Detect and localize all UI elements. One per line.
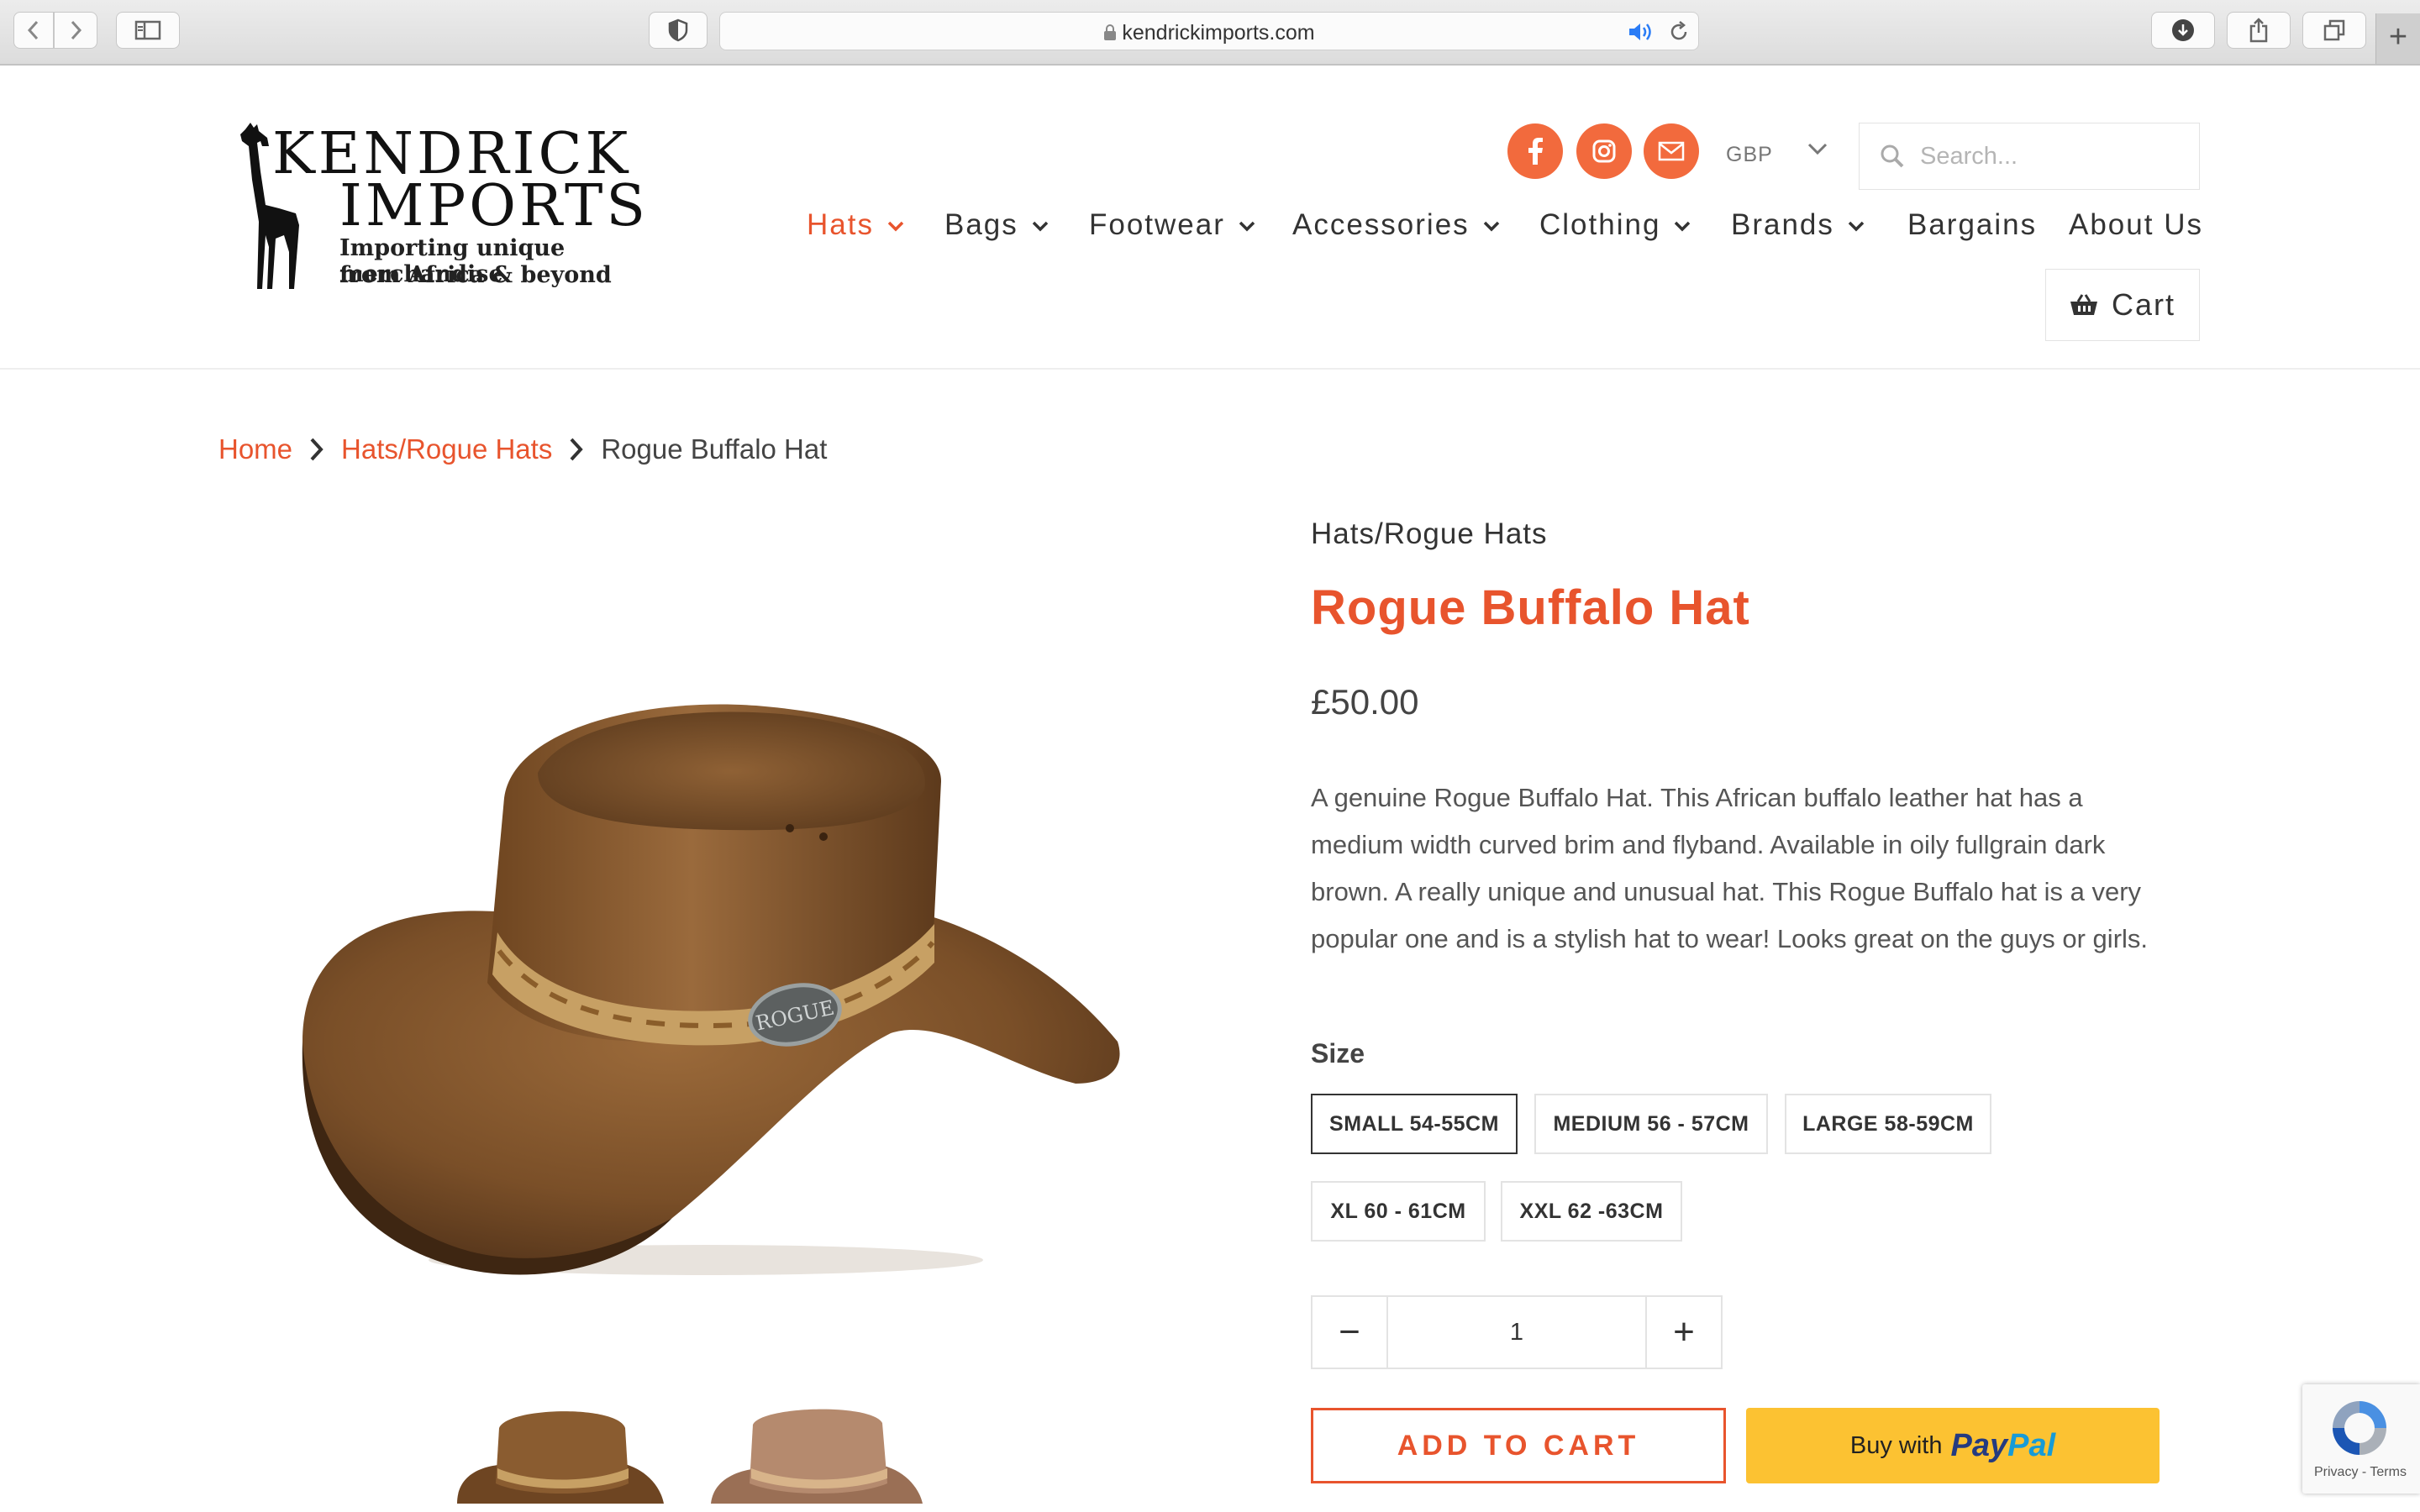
nav-accessories-label: Accessories (1292, 208, 1470, 241)
size-option-xxl[interactable]: XXL 62 -63CM (1501, 1181, 1682, 1242)
browser-toolbar: kendrickimports.com + (0, 0, 2420, 66)
share-icon (2249, 18, 2268, 43)
nav-hats-label: Hats (807, 208, 874, 241)
lock-icon (1104, 24, 1117, 40)
paypal-button[interactable]: Buy with Pay Pal (1746, 1408, 2160, 1483)
quantity-input[interactable]: 1 (1388, 1297, 1645, 1368)
download-icon (2172, 19, 2194, 41)
quantity-stepper: − 1 + (1311, 1295, 1723, 1369)
logo-wordmark-line2: IMPORTS (339, 173, 649, 239)
share-button[interactable] (2227, 12, 2291, 49)
back-button[interactable] (13, 12, 54, 49)
cart-label: Cart (2111, 287, 2175, 322)
logo-tagline-line2: from Africa & beyond (339, 262, 612, 288)
quantity-decrease-button[interactable]: − (1313, 1297, 1388, 1368)
tabs-overview-button[interactable] (2302, 12, 2366, 49)
basket-icon (2070, 294, 2097, 315)
nav-bargains-label: Bargains (1907, 208, 2038, 241)
nav-footwear[interactable]: Footwear (1089, 208, 1255, 242)
nav-bags[interactable]: Bags (944, 208, 1049, 242)
paypal-buy-label: Buy with (1849, 1431, 1943, 1459)
quantity-increase-button[interactable]: + (1645, 1297, 1721, 1368)
chevron-left-icon (27, 20, 39, 40)
nav-clothing[interactable]: Clothing (1539, 208, 1691, 242)
size-option-xl[interactable]: XL 60 - 61CM (1311, 1181, 1486, 1242)
downloads-button[interactable] (2151, 12, 2215, 49)
size-option-large[interactable]: LARGE 58-59CM (1785, 1094, 1991, 1154)
recaptcha-privacy-terms[interactable]: Privacy - Terms (2314, 1465, 2407, 1480)
product-description: A genuine Rogue Buffalo Hat. This Africa… (1311, 783, 2149, 953)
mail-icon (1658, 141, 1685, 161)
instagram-link[interactable] (1576, 123, 1632, 179)
product-vendor[interactable]: Hats/Rogue Hats (1311, 517, 1548, 551)
sidebar-toggle-button[interactable] (116, 12, 180, 49)
breadcrumb-home[interactable]: Home (218, 433, 292, 465)
paypal-logo-pal: Pal (2007, 1427, 2056, 1463)
product-title: Rogue Buffalo Hat (1311, 580, 1750, 635)
instagram-icon (1592, 139, 1616, 163)
add-to-cart-button[interactable]: ADD TO CART (1311, 1408, 1726, 1483)
nav-about-us-label: About Us (2069, 208, 2203, 241)
currency-selector[interactable]: GBP (1726, 143, 1773, 167)
chevron-right-icon (570, 438, 584, 461)
tabs-icon (2323, 19, 2345, 41)
url-label: kendrickimports.com (1122, 21, 1315, 45)
paypal-logo-pay: Pay (1950, 1427, 2008, 1463)
chevron-down-icon (1239, 221, 1255, 232)
chevron-down-icon (887, 221, 904, 232)
privacy-shield-button[interactable] (649, 12, 708, 49)
nav-clothing-label: Clothing (1539, 208, 1661, 241)
nav-bags-label: Bags (944, 208, 1018, 241)
sidebar-icon (134, 20, 161, 40)
size-label: Size (1311, 1038, 1365, 1068)
search-input[interactable] (1918, 139, 2191, 174)
search-icon (1881, 144, 1904, 168)
product-main-image[interactable]: ROGUE (286, 647, 1126, 1285)
product-thumbnail[interactable] (449, 1403, 667, 1512)
forward-button[interactable] (54, 12, 97, 49)
chevron-down-icon (1032, 221, 1049, 232)
facebook-link[interactable] (1507, 123, 1563, 179)
nav-brands-label: Brands (1731, 208, 1834, 241)
chevron-down-icon[interactable] (1807, 141, 1828, 156)
breadcrumb-current: Rogue Buffalo Hat (601, 433, 828, 465)
chevron-down-icon (1848, 221, 1865, 232)
breadcrumb: Home Hats/Rogue Hats Rogue Buffalo Hat (218, 433, 827, 465)
url-text: kendrickimports.com (720, 21, 1698, 45)
recaptcha-badge[interactable]: Privacy - Terms (2302, 1384, 2420, 1494)
new-tab-button[interactable]: + (2375, 13, 2420, 64)
email-link[interactable] (1644, 123, 1699, 179)
reload-icon[interactable] (1668, 21, 1690, 43)
search-box[interactable] (1859, 123, 2200, 190)
product-price: £50.00 (1311, 682, 1419, 722)
facebook-icon (1528, 138, 1543, 165)
nav-accessories[interactable]: Accessories (1292, 208, 1500, 242)
breadcrumb-category[interactable]: Hats/Rogue Hats (341, 433, 552, 465)
chevron-right-icon (310, 438, 324, 461)
size-option-small[interactable]: SMALL 54-55CM (1311, 1094, 1518, 1154)
header-divider (0, 368, 2420, 370)
chevron-down-icon (1483, 221, 1499, 232)
nav-footwear-label: Footwear (1089, 208, 1225, 241)
address-bar[interactable]: kendrickimports.com (719, 12, 1699, 50)
recaptcha-icon (2333, 1401, 2386, 1455)
nav-brands[interactable]: Brands (1731, 208, 1865, 242)
cart-button[interactable]: Cart (2045, 269, 2200, 341)
nav-hats[interactable]: Hats (807, 208, 904, 242)
nav-about-us[interactable]: About Us (2069, 208, 2203, 242)
chevron-down-icon (1675, 221, 1691, 232)
chevron-right-icon (71, 20, 82, 40)
speaker-icon[interactable] (1628, 21, 1656, 43)
size-option-medium[interactable]: MEDIUM 56 - 57CM (1534, 1094, 1768, 1154)
nav-bargains[interactable]: Bargains (1907, 208, 2037, 242)
shield-icon (668, 18, 688, 42)
site-logo[interactable]: KENDRICK IMPORTS Importing unique mercha… (232, 121, 652, 293)
product-thumbnail[interactable] (706, 1403, 924, 1512)
